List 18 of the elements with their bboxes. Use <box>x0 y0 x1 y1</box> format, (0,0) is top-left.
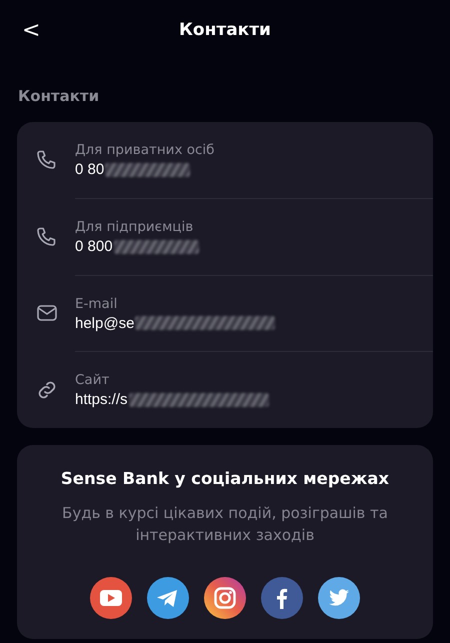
contact-value[interactable]: help@se <box>75 314 134 332</box>
page-title: Контакти <box>179 20 271 40</box>
contact-label: Сайт <box>75 372 110 388</box>
facebook-icon[interactable] <box>261 577 303 619</box>
contact-value[interactable]: https://s <box>75 391 128 408</box>
instagram-icon[interactable] <box>204 577 246 619</box>
youtube-icon[interactable] <box>90 577 132 619</box>
telegram-icon[interactable] <box>147 577 189 619</box>
twitter-icon[interactable] <box>318 577 360 619</box>
social-description: Будь в курсі цікавих подій, розіграшів та інтерактивних заходів <box>61 503 389 546</box>
social-title: Sense Bank у соціальних мережах <box>60 469 390 488</box>
back-button[interactable]: < <box>16 18 46 42</box>
section-title: Контакти <box>18 87 100 105</box>
contact-value[interactable]: 0 800 <box>75 238 113 256</box>
contact-label: E-mail <box>75 296 118 312</box>
contact-value[interactable]: 0 80 <box>75 161 104 178</box>
contact-label: Для приватних осіб <box>75 142 216 158</box>
contact-label: Для підприємців <box>75 219 194 236</box>
